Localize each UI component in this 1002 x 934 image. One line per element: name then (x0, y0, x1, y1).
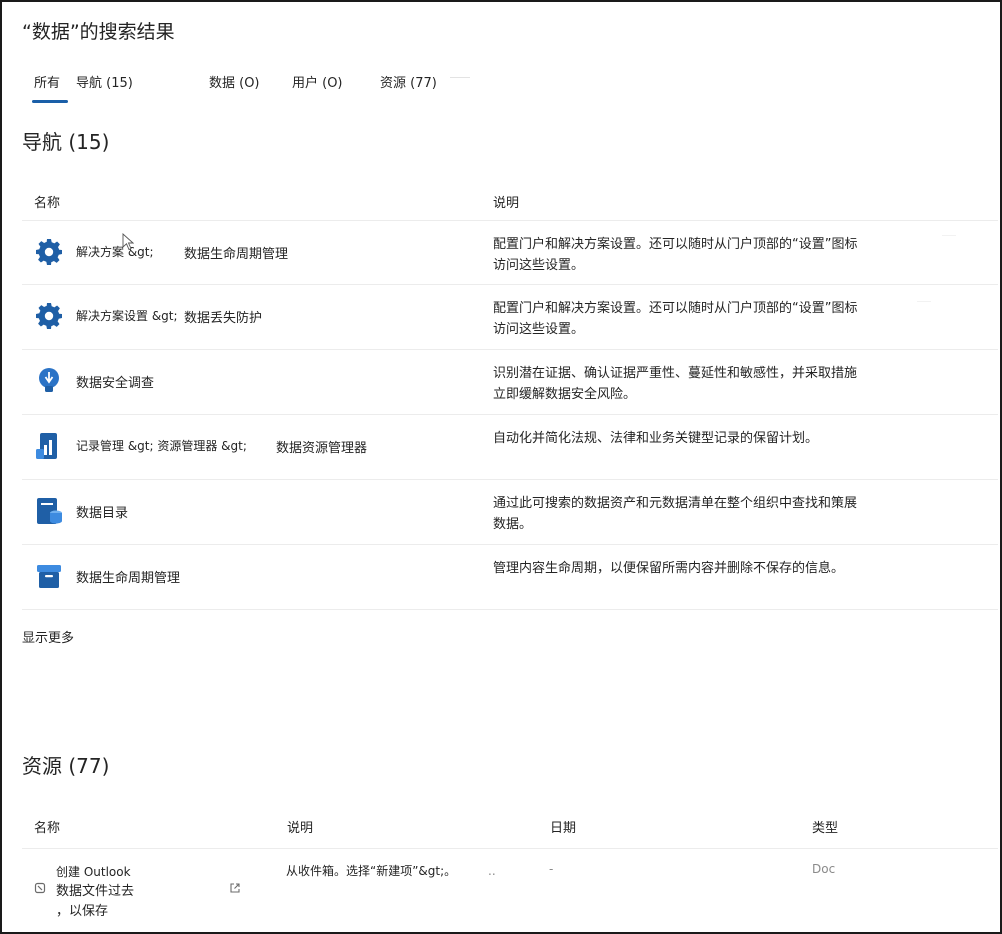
mouse-cursor-icon (122, 233, 134, 251)
faint-artifact (942, 235, 956, 236)
resources-header-divider (22, 848, 998, 849)
nav-result-name: 数据目录 (76, 502, 128, 521)
nav-result-description: 配置门户和解决方案设置。还可以随时从门户顶部的“设置”图标访问这些设置。 (493, 301, 858, 337)
resource-name: 创建 Outlook 数据文件过去 ，以保存 (56, 862, 206, 922)
nav-result-target: 数据生命周期管理 (76, 571, 181, 586)
tab-all[interactable]: 所有 (34, 72, 60, 91)
nav-result-name: 数据生命周期管理 (76, 567, 180, 586)
nav-result-row[interactable]: 数据生命周期管理 管理内容生命周期，以便保留所需内容并删除不保存的信息。 (22, 545, 998, 610)
nav-result-description: 配置门户和解决方案设置。还可以随时从门户顶部的“设置”图标访问这些设置。 (493, 237, 858, 273)
nav-result-row[interactable]: 记录管理 &gt; 资源管理器 &gt; 数据资源管理器 自动化并简化法规、法律… (22, 415, 998, 480)
resource-name-line: ，以保存 (56, 904, 109, 919)
nav-result-row[interactable]: 数据目录 通过此可搜索的数据资产和元数据清单在整个组织中查找和策展数据。 (22, 480, 998, 545)
nav-column-description: 说明 (493, 196, 520, 211)
nav-result-target: 数据资源管理器 (276, 441, 368, 456)
data-catalog-icon (37, 498, 62, 524)
res-column-type: 类型 (812, 821, 839, 836)
resource-date: - (549, 862, 554, 876)
res-column-description: 说明 (287, 821, 314, 836)
tab-resources[interactable]: 资源 (77) (380, 72, 437, 91)
nav-result-description: 识别潜在证据、确认证据严重性、蔓延性和敏感性，并采取措施立即缓解数据安全风险。 (493, 366, 858, 402)
res-column-name: 名称 (34, 821, 61, 836)
tab-data[interactable]: 数据 (O) (209, 72, 260, 91)
gear-icon (36, 239, 62, 265)
resource-type: Doc (812, 862, 836, 876)
res-column-date: 日期 (550, 821, 577, 836)
tab-overflow-line (450, 77, 470, 78)
active-tab-indicator (32, 100, 68, 103)
nav-result-target: 数据安全调查 (76, 376, 155, 391)
records-chart-icon (36, 433, 57, 459)
nav-result-target: 数据目录 (76, 506, 129, 521)
nav-result-target: 数据生命周期管理 (184, 247, 289, 262)
nav-result-breadcrumb: 解决方案设置 &gt; (76, 309, 178, 323)
archive-box-icon (37, 565, 61, 588)
resources-section-title: 资源 (77) (22, 754, 110, 778)
nav-result-name: 记录管理 &gt; 资源管理器 &gt; 数据资源管理器 (76, 437, 367, 456)
resource-row[interactable]: 创建 Outlook 数据文件过去 ，以保存 从收件箱。选择“新建项”&gt;。… (22, 850, 998, 930)
tab-users[interactable]: 用户 (O) (292, 72, 343, 91)
resource-description: 从收件箱。选择“新建项”&gt;。 .. (286, 862, 496, 879)
nav-result-description: 自动化并简化法规、法律和业务关键型记录的保留计划。 (493, 431, 819, 446)
nav-result-row[interactable]: 数据安全调查 识别潜在证据、确认证据严重性、蔓延性和敏感性，并采取措施立即缓解数… (22, 350, 998, 415)
results-tabs: 所有 导航 (15) 数据 (O) 用户 (O) 资源 (77) (2, 70, 1000, 104)
resource-name-line: 创建 Outlook (56, 865, 131, 879)
nav-result-row[interactable]: 解决方案 &gt; 数据生命周期管理 配置门户和解决方案设置。还可以随时从门户顶… (22, 220, 998, 285)
search-results-page: “数据”的搜索结果 所有 导航 (15) 数据 (O) 用户 (O) 资源 (7… (0, 0, 1002, 934)
faint-artifact (917, 301, 931, 302)
nav-result-target: 数据丢失防护 (184, 311, 263, 326)
navigation-section-title: 导航 (15) (22, 130, 110, 154)
nav-column-name: 名称 (34, 196, 61, 211)
navigation-results-list: 解决方案 &gt; 数据生命周期管理 配置门户和解决方案设置。还可以随时从门户顶… (22, 220, 998, 610)
resource-description-more: .. (488, 864, 496, 878)
nav-result-breadcrumb: 记录管理 &gt; 资源管理器 &gt; (76, 439, 247, 453)
nav-result-description: 通过此可搜索的数据资产和元数据清单在整个组织中查找和策展数据。 (493, 496, 858, 532)
resource-description-text: 从收件箱。选择“新建项”&gt;。 (286, 864, 457, 878)
nav-result-breadcrumb: 解决方案 &gt; (76, 245, 154, 259)
resource-name-line: 数据文件过去 (56, 884, 135, 899)
nav-result-row[interactable]: 解决方案设置 &gt; 数据丢失防护 配置门户和解决方案设置。还可以随时从门户顶… (22, 285, 998, 350)
nav-result-name: 解决方案 &gt; 数据生命周期管理 (76, 243, 288, 262)
gear-icon (36, 303, 62, 329)
nav-result-description: 管理内容生命周期，以便保留所需内容并删除不保存的信息。 (493, 561, 845, 576)
tab-navigation[interactable]: 导航 (15) (76, 72, 133, 91)
lightbulb-icon (39, 368, 59, 392)
show-more-link[interactable]: 显示更多 (22, 627, 74, 646)
nav-result-name: 解决方案设置 &gt; 数据丢失防护 (76, 307, 262, 326)
document-icon (34, 882, 46, 894)
nav-result-name: 数据安全调查 (76, 372, 154, 391)
open-external-icon[interactable] (229, 882, 241, 894)
page-title: “数据”的搜索结果 (22, 21, 175, 43)
